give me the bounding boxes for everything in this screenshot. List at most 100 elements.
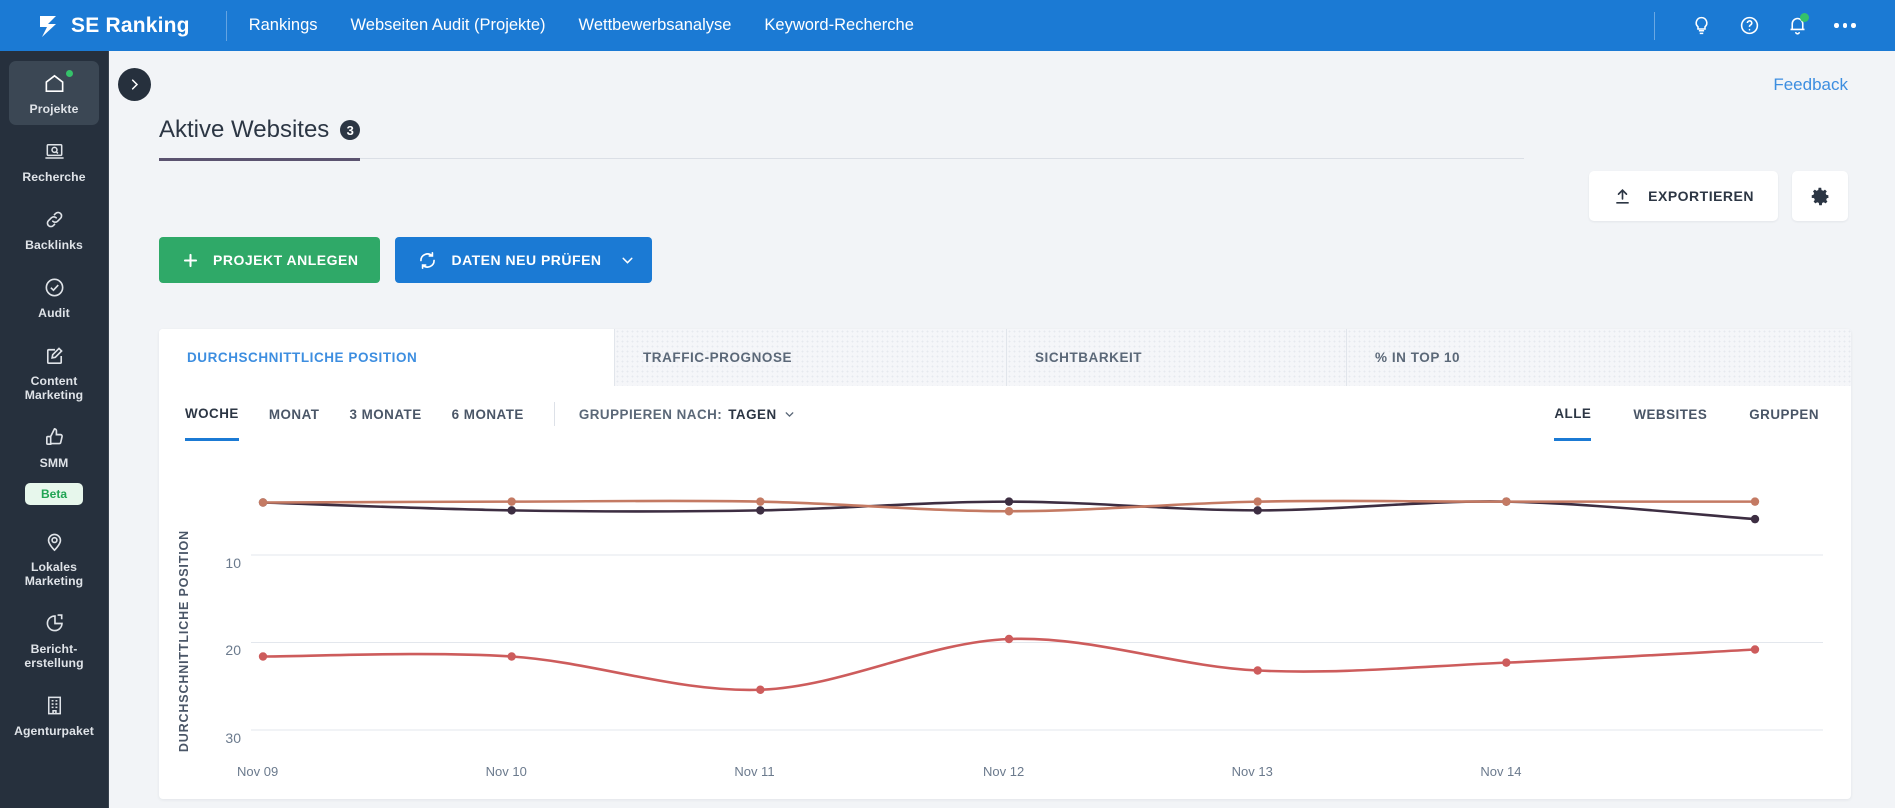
secondary-actions: EXPORTIEREN <box>1589 171 1848 221</box>
page-header: Aktive Websites 3 <box>159 116 1525 161</box>
recheck-data-label: DATEN NEU PRÜFEN <box>451 252 602 268</box>
period-woche[interactable]: WOCHE <box>185 388 239 441</box>
page-title-divider <box>360 158 1525 159</box>
active-websites-count-badge: 3 <box>340 120 361 140</box>
sidebar-item-label: Recherche <box>22 170 86 184</box>
x-tick-label: Nov 11 <box>734 764 775 779</box>
topbar-actions <box>1654 0 1895 51</box>
nav-item-competitor-analysis[interactable]: Wettbewerbsanalyse <box>579 16 732 35</box>
tab-sichtbarkeit[interactable]: SICHTBARKEIT <box>1006 329 1346 386</box>
topbar-divider <box>225 10 227 41</box>
sidebar-item-agenturpaket[interactable]: Agenturpaket <box>9 683 99 747</box>
plus-icon <box>183 253 198 267</box>
sidebar-item-label: Bericht-erstellung <box>24 642 84 670</box>
scope-websites[interactable]: WEBSITES <box>1633 389 1707 439</box>
x-tick-label: Nov 13 <box>1231 764 1273 779</box>
sidebar-item-lokales-marketing[interactable]: Lokales Marketing <box>9 519 99 597</box>
lightbulb-icon[interactable] <box>1677 0 1725 51</box>
gear-icon <box>1811 187 1829 205</box>
scope-filters: ALLE WEBSITES GRUPPEN <box>1512 388 1819 441</box>
create-project-label: PROJEKT ANLEGEN <box>213 252 359 268</box>
chart-filter-row: WOCHE MONAT 3 MONATE 6 MONATE GRUPPIEREN… <box>159 386 1851 442</box>
map-pin-icon <box>43 529 66 554</box>
bell-notification-dot <box>1800 13 1809 22</box>
scope-gruppen[interactable]: GRUPPEN <box>1749 389 1819 439</box>
group-by-label: GRUPPIEREN NACH: <box>578 406 723 422</box>
chevron-down-icon <box>622 257 633 264</box>
brand-name: SE Ranking <box>71 13 190 37</box>
refresh-icon <box>420 251 436 269</box>
projekte-status-dot <box>65 70 73 77</box>
sidebar-item-label: Content Marketing <box>24 374 84 402</box>
x-tick-label: Nov 09 <box>237 764 279 779</box>
group-by-dropdown[interactable]: GRUPPIEREN NACH: TAGEN <box>579 407 796 422</box>
laptop-search-icon <box>43 139 66 164</box>
sidebar-item-smm[interactable]: SMM <box>9 415 99 479</box>
x-tick-label: Nov 12 <box>983 764 1025 779</box>
left-sidebar: Projekte Recherche Backlinks Audit Conte… <box>0 51 109 808</box>
metric-tab-bar: DURCHSCHNITTLICHE POSITION TRAFFIC-PROGN… <box>159 329 1851 386</box>
top-navigation-bar: SE Ranking Rankings Webseiten Audit (Pro… <box>0 0 1895 51</box>
period-3-monate[interactable]: 3 MONATE <box>349 389 421 439</box>
export-button[interactable]: EXPORTIEREN <box>1589 171 1778 221</box>
topbar-nav: Rankings Webseiten Audit (Projekte) Wett… <box>249 16 914 35</box>
nav-item-keyword-research[interactable]: Keyword-Recherche <box>764 16 913 35</box>
sidebar-item-audit[interactable]: Audit <box>9 265 99 329</box>
sidebar-item-label: Backlinks <box>25 238 83 252</box>
average-position-chart: DURCHSCHNITTLICHE POSITION 10 20 30 Nov … <box>159 442 1851 794</box>
x-tick-label: Nov 14 <box>1480 764 1522 779</box>
bell-icon[interactable] <box>1773 0 1821 51</box>
recheck-data-button[interactable]: DATEN NEU PRÜFEN <box>395 237 652 283</box>
smm-beta-badge: Beta <box>24 483 83 505</box>
y-tick-30: 30 <box>225 730 241 746</box>
chart-svg <box>251 497 1823 731</box>
link-icon <box>43 207 66 232</box>
page-title[interactable]: Aktive Websites 3 <box>159 116 361 161</box>
sidebar-collapse-toggle[interactable] <box>118 68 151 101</box>
sidebar-item-label: Audit <box>38 306 70 320</box>
period-monat[interactable]: MONAT <box>269 389 320 439</box>
nav-item-website-audit[interactable]: Webseiten Audit (Projekte) <box>351 16 546 35</box>
tab-prozent-in-top-10[interactable]: % IN TOP 10 <box>1346 329 1851 386</box>
sidebar-item-backlinks[interactable]: Backlinks <box>9 197 99 261</box>
create-project-button[interactable]: PROJEKT ANLEGEN <box>159 237 381 283</box>
chart-plot-area <box>251 450 1823 756</box>
tab-durchschnittliche-position[interactable]: DURCHSCHNITTLICHE POSITION <box>159 329 614 386</box>
edit-square-icon <box>43 343 66 368</box>
sidebar-item-projekte[interactable]: Projekte <box>9 61 99 125</box>
sidebar-item-content-marketing[interactable]: Content Marketing <box>9 333 99 411</box>
home-icon <box>43 70 73 96</box>
sidebar-item-recherche[interactable]: Recherche <box>9 129 99 193</box>
feedback-link[interactable]: Feedback <box>1773 75 1848 95</box>
x-tick-label: Nov 10 <box>485 764 527 779</box>
chart-y-axis-label: DURCHSCHNITTLICHE POSITION <box>177 530 191 753</box>
settings-button[interactable] <box>1792 171 1848 221</box>
thumbs-up-icon <box>43 425 66 450</box>
brand-logo-area[interactable]: SE Ranking <box>36 13 190 39</box>
se-ranking-logo-icon <box>40 15 56 37</box>
check-circle-icon <box>43 275 66 300</box>
sidebar-item-label: Lokales Marketing <box>24 560 84 588</box>
tab-traffic-prognose[interactable]: TRAFFIC-PROGNOSE <box>614 329 1006 386</box>
building-icon <box>43 693 66 718</box>
pie-chart-icon <box>43 611 66 636</box>
primary-actions: PROJEKT ANLEGEN DATEN NEU PRÜFEN <box>159 237 652 283</box>
y-tick-20: 20 <box>225 642 241 658</box>
period-6-monate[interactable]: 6 MONATE <box>452 389 524 439</box>
y-tick-10: 10 <box>225 555 241 571</box>
sidebar-item-label: Projekte <box>29 102 79 116</box>
sidebar-item-label: Agenturpaket <box>14 724 94 738</box>
sidebar-item-berichterstellung[interactable]: Bericht-erstellung <box>9 601 99 679</box>
help-circle-icon[interactable] <box>1725 0 1773 51</box>
nav-item-rankings[interactable]: Rankings <box>249 16 318 35</box>
topbar-actions-divider <box>1654 11 1655 40</box>
group-by-value: TAGEN <box>728 406 777 422</box>
chevron-right-icon <box>131 79 139 90</box>
scope-alle[interactable]: ALLE <box>1554 388 1592 441</box>
metrics-card: DURCHSCHNITTLICHE POSITION TRAFFIC-PROGN… <box>159 329 1851 799</box>
more-options-icon[interactable] <box>1821 0 1869 51</box>
upload-icon <box>1616 188 1630 204</box>
sidebar-item-label: SMM <box>39 456 69 470</box>
page-title-text: Aktive Websites <box>159 116 330 143</box>
chevron-down-icon <box>785 411 794 417</box>
